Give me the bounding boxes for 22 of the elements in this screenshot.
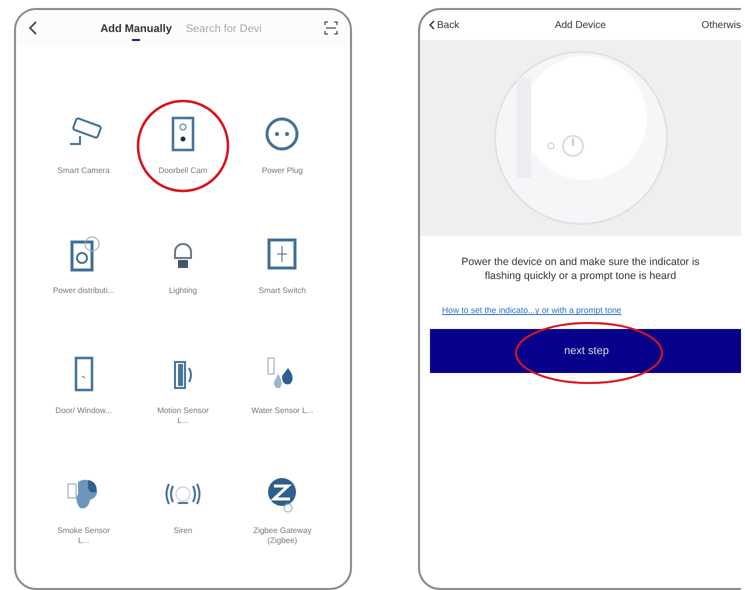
header-action-button[interactable]: Otherwis	[702, 20, 741, 30]
back-icon	[428, 20, 435, 30]
instruction-text: Power the device on and make sure the indicator is flashing quickly or a prompt tone is heard	[460, 255, 701, 284]
device-label: Power distributi...	[52, 286, 116, 296]
next-step-button[interactable]: next step	[430, 329, 741, 374]
device-label: Zigbee Gateway (Zigbee)	[252, 526, 312, 547]
device-label: Water Sensor L...	[250, 406, 314, 416]
device-label: Doorbell Cam	[158, 166, 208, 176]
scan-icon[interactable]	[324, 21, 338, 35]
help-link[interactable]: How to set the indicato...y or with a prompt tone	[442, 305, 741, 316]
device-label: Siren	[172, 526, 194, 536]
back-icon[interactable]	[28, 21, 38, 35]
device-label: Smoke Sensor L...	[56, 526, 111, 547]
tab[interactable]: Add Manually	[100, 17, 172, 39]
device-label: Lighting	[168, 286, 198, 296]
back-button[interactable]: Back	[428, 20, 460, 30]
device-label: Power Plug	[260, 166, 304, 176]
device-label: Door/ Window...	[54, 406, 113, 416]
device-label: Smart Switch	[258, 286, 307, 296]
device-label: Motion Sensor L...	[156, 406, 210, 427]
screen-title: Add Device	[554, 20, 607, 30]
device-label: Smart Camera	[56, 166, 111, 176]
